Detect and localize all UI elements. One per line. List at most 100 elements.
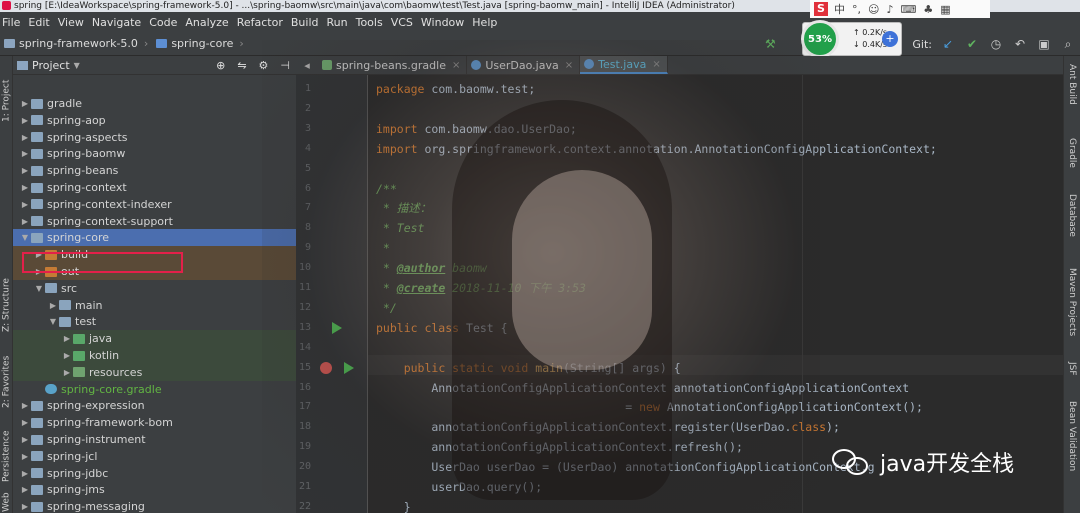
menu-view[interactable]: View: [58, 16, 89, 29]
git-history-icon[interactable]: ◷: [987, 35, 1005, 53]
code-line[interactable]: UserDao userDao = (UserDao) annotationCo…: [376, 457, 874, 477]
tree-item-spring-aop[interactable]: ▶ spring-aop: [13, 112, 296, 129]
tree-item-spring-aspects[interactable]: ▶ spring-aspects: [13, 129, 296, 146]
collapsed-arrow-icon[interactable]: ▶: [19, 452, 31, 461]
tree-item-spring-core-gradle[interactable]: spring-core.gradle: [13, 381, 296, 398]
tree-item-spring-jdbc[interactable]: ▶ spring-jdbc: [13, 465, 296, 482]
breakpoint-icon[interactable]: [320, 361, 332, 374]
ime-tools-icon[interactable]: ▦: [940, 3, 950, 16]
tree-item-spring-context-support[interactable]: ▶ spring-context-support: [13, 213, 296, 230]
editor-tab-test-java[interactable]: Test.java ×: [580, 56, 668, 74]
tab-structure[interactable]: Z: Structure: [0, 266, 13, 332]
menu-code[interactable]: Code: [149, 16, 182, 29]
tree-item-spring-messaging[interactable]: ▶ spring-messaging: [13, 498, 296, 513]
collapsed-arrow-icon[interactable]: ▶: [61, 351, 73, 360]
tree-item-spring-instrument[interactable]: ▶ spring-instrument: [13, 431, 296, 448]
ime-keyboard-icon[interactable]: ⌨: [901, 3, 917, 16]
code-line[interactable]: AnnotationConfigApplicationContext annot…: [376, 378, 909, 398]
breadcrumb-project[interactable]: spring-framework-5.0 ›: [4, 37, 148, 50]
code-line[interactable]: * @author baomw: [376, 258, 487, 278]
tab-gradle[interactable]: Gradle: [1067, 138, 1077, 168]
menu-navigate[interactable]: Navigate: [92, 16, 146, 29]
search-everywhere-icon[interactable]: ⌕: [1059, 35, 1077, 53]
menu-run[interactable]: Run: [327, 16, 353, 29]
collapsed-arrow-icon[interactable]: ▶: [61, 368, 73, 377]
tab-maven-projects[interactable]: Maven Projects: [1067, 268, 1077, 336]
tree-item-spring-jms[interactable]: ▶ spring-jms: [13, 481, 296, 498]
ime-skin-icon[interactable]: ♣: [923, 3, 933, 16]
build-hammer-icon[interactable]: ⚒: [761, 35, 779, 53]
code-line[interactable]: public class Test {: [376, 318, 508, 338]
ime-voice-icon[interactable]: ♪: [886, 3, 893, 16]
code-line[interactable]: * 描述：: [376, 198, 431, 218]
git-update-icon[interactable]: ↙: [939, 35, 957, 53]
network-speed-widget[interactable]: 53% ↑ 0.2K/s ↓ 0.4K/s +: [801, 20, 902, 58]
tree-item-gradle[interactable]: ▶ gradle: [13, 95, 296, 112]
collapsed-arrow-icon[interactable]: ▶: [61, 334, 73, 343]
collapsed-arrow-icon[interactable]: ▶: [19, 200, 31, 209]
editor-tab-spring-beans-gradle[interactable]: spring-beans.gradle ×: [318, 56, 468, 74]
collapsed-arrow-icon[interactable]: ▶: [19, 469, 31, 478]
editor-tab-userdao-java[interactable]: UserDao.java ×: [467, 56, 581, 74]
close-tab-icon[interactable]: ×: [452, 60, 460, 71]
collapsed-arrow-icon[interactable]: ▶: [19, 166, 31, 175]
run-main-icon[interactable]: [344, 361, 354, 374]
collapsed-arrow-icon[interactable]: ▶: [19, 418, 31, 427]
tree-item-spring-baomw[interactable]: ▶ spring-baomw: [13, 145, 296, 162]
tab-scroll-icon[interactable]: ◂: [296, 56, 318, 74]
run-class-icon[interactable]: [332, 321, 342, 334]
collapsed-arrow-icon[interactable]: ▶: [19, 217, 31, 226]
collapsed-arrow-icon[interactable]: ▶: [47, 301, 59, 310]
tab-web[interactable]: Web: [0, 492, 13, 512]
menu-tools[interactable]: Tools: [356, 16, 388, 29]
collapsed-arrow-icon[interactable]: ▶: [19, 502, 31, 511]
ime-emoji-icon[interactable]: ☺: [868, 3, 879, 16]
code-line[interactable]: = new AnnotationConfigApplicationContext…: [376, 397, 923, 417]
tab-favorites[interactable]: 2: Favorites: [0, 346, 13, 408]
git-revert-icon[interactable]: ↶: [1011, 35, 1029, 53]
code-line[interactable]: * Test: [376, 218, 425, 238]
collapse-all-icon[interactable]: ⇋: [237, 59, 246, 72]
collapsed-arrow-icon[interactable]: ▶: [19, 116, 31, 125]
tab-jsf[interactable]: JSF: [1067, 362, 1077, 376]
expanded-arrow-icon[interactable]: ▼: [47, 317, 59, 326]
tree-item-java[interactable]: ▶ java: [13, 330, 296, 348]
collapsed-arrow-icon[interactable]: ▶: [19, 183, 31, 192]
code-line[interactable]: *: [376, 238, 390, 258]
tree-item-main[interactable]: ▶ main: [13, 297, 296, 314]
accelerate-icon[interactable]: +: [882, 31, 898, 47]
sogou-logo-icon[interactable]: S: [814, 2, 828, 16]
menu-build[interactable]: Build: [291, 16, 324, 29]
breadcrumb-module[interactable]: spring-core ›: [156, 37, 244, 50]
tree-item-spring-core[interactable]: ▼ spring-core: [13, 229, 296, 247]
ime-language[interactable]: 中: [834, 1, 845, 17]
tree-item-spring-expression[interactable]: ▶ spring-expression: [13, 397, 296, 414]
tree-item-spring-jcl[interactable]: ▶ spring-jcl: [13, 448, 296, 465]
menu-help[interactable]: Help: [472, 16, 502, 29]
tab-ant-build[interactable]: Ant Build: [1067, 64, 1077, 105]
code-line[interactable]: */: [376, 298, 397, 318]
menu-vcs[interactable]: VCS: [391, 16, 418, 29]
code-line[interactable]: import com.baomw.dao.UserDao;: [376, 119, 577, 139]
tab-project[interactable]: 1: Project: [0, 62, 13, 122]
settings-gear-icon[interactable]: ⚙: [259, 59, 269, 72]
tree-item-spring-framework-bom[interactable]: ▶ spring-framework-bom: [13, 414, 296, 431]
tree-item-src[interactable]: ▼ src: [13, 280, 296, 297]
tree-item-test[interactable]: ▼ test: [13, 313, 296, 330]
hide-panel-icon[interactable]: ⊣: [280, 59, 290, 72]
tab-persistence[interactable]: Persistence: [0, 422, 13, 482]
collapsed-arrow-icon[interactable]: ▶: [19, 149, 31, 158]
dropdown-icon[interactable]: ▼: [74, 61, 80, 70]
ime-punct-icon[interactable]: °,: [852, 3, 861, 16]
code-line[interactable]: annotationConfigApplicationContext.regis…: [376, 417, 840, 437]
code-line[interactable]: import org.springframework.context.annot…: [376, 139, 937, 159]
expanded-arrow-icon[interactable]: ▼: [33, 284, 45, 293]
menu-analyze[interactable]: Analyze: [185, 16, 233, 29]
collapsed-arrow-icon[interactable]: ▶: [19, 401, 31, 410]
code-line[interactable]: annotationConfigApplicationContext.refre…: [376, 437, 743, 457]
tree-item-kotlin[interactable]: ▶ kotlin: [13, 347, 296, 364]
code-line[interactable]: * @create 2018-11-10 下午 3:53: [376, 278, 586, 298]
project-structure-icon[interactable]: ▣: [1035, 35, 1053, 53]
close-tab-icon[interactable]: ×: [565, 60, 573, 71]
code-line[interactable]: public static void main(String[] args) {: [376, 358, 681, 378]
